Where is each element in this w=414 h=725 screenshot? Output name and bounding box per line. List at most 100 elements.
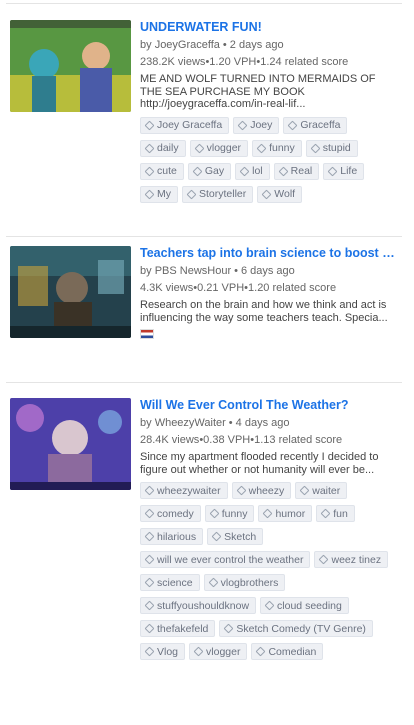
tag-chip[interactable]: Joey (233, 116, 280, 134)
video-title[interactable]: Teachers tap into brain science to boost… (140, 246, 398, 261)
tag-chip[interactable]: Comedian (251, 643, 324, 660)
tag-chip[interactable]: comedy (140, 505, 201, 522)
tag-chip[interactable]: waiter (295, 482, 348, 499)
tag-chip[interactable]: Sketch (207, 528, 264, 545)
tag-label: Real (290, 165, 313, 177)
tag-chip[interactable]: Real (273, 162, 320, 180)
by-label: by (140, 265, 155, 277)
video-meta: by JoeyGraceffa • 2 days ago (140, 38, 398, 52)
tag-label: vlogger (206, 645, 241, 658)
tag-icon (211, 531, 222, 542)
tag-icon (261, 189, 272, 199)
video-title[interactable]: Will We Ever Control The Weather? (140, 398, 398, 413)
tag-icon (144, 166, 155, 176)
tag-chip[interactable]: funny (204, 505, 255, 522)
video-stats: 238.2K views•1.20 VPH•1.24 related score (140, 55, 398, 69)
video-meta: by PBS NewsHour • 6 days ago (140, 264, 398, 278)
tag-chip[interactable]: daily (140, 139, 186, 157)
video-thumbnail[interactable] (10, 246, 131, 338)
tag-chip[interactable]: Storyteller (182, 185, 254, 203)
separator: • (222, 39, 227, 51)
tag-label: vlogger (206, 142, 242, 154)
tag-label: Sketch (224, 530, 257, 543)
tag-chip[interactable]: Wolf (257, 185, 303, 203)
tag-label: fun (333, 507, 348, 520)
tag-label: wheezywaiter (157, 484, 221, 497)
tag-label: lol (252, 165, 263, 177)
tag-icon (194, 143, 205, 153)
tag-chip[interactable]: My (140, 185, 178, 203)
channel-link[interactable]: PBS NewsHour (155, 265, 231, 277)
tag-chip[interactable]: lol (235, 162, 270, 180)
related-score: 1.24 related score (260, 56, 349, 68)
by-label: by (140, 39, 155, 51)
tag-icon (237, 120, 248, 130)
tag-icon (144, 143, 155, 153)
tag-chip[interactable]: Gay (187, 162, 232, 180)
tag-icon (144, 189, 155, 199)
view-count: 28.4K views (140, 434, 200, 446)
us-flag-icon (140, 329, 154, 339)
tag-chip[interactable]: stupid (305, 139, 358, 157)
tag-icon (144, 623, 155, 634)
video-thumbnail[interactable] (10, 20, 131, 112)
tag-icon (287, 120, 298, 130)
tag-chip[interactable]: will we ever control the weather (140, 551, 311, 568)
separator: • (234, 265, 238, 277)
tag-chip[interactable]: vlogger (189, 139, 249, 157)
video-info: Teachers tap into brain science to boost… (140, 246, 398, 344)
tag-chip[interactable]: Joey Graceffa (140, 116, 230, 134)
tag-chip[interactable]: weez tinez (314, 551, 389, 568)
video-info: Will We Ever Control The Weather? by Whe… (140, 398, 398, 666)
tag-chip[interactable]: fun (316, 505, 355, 522)
tag-chip[interactable]: Vlog (140, 643, 186, 660)
by-label: by (140, 417, 155, 429)
tag-chip[interactable]: vlogger (189, 643, 248, 660)
tag-icon (208, 577, 219, 588)
related-score: 1.20 related score (248, 282, 337, 294)
tag-chip[interactable]: hilarious (140, 528, 204, 545)
video-title[interactable]: UNDERWATER FUN! (140, 20, 398, 35)
tag-label: will we ever control the weather (157, 553, 304, 566)
tag-icon (239, 166, 250, 176)
tag-chip[interactable]: funny (252, 139, 302, 157)
tag-label: weez tinez (331, 553, 382, 566)
tag-chip[interactable]: cute (140, 162, 184, 180)
tag-list: wheezywaiter wheezy waiter comedy funny humor… (140, 482, 398, 666)
tag-icon (209, 508, 220, 519)
thumbnail-image-icon (10, 398, 131, 490)
video-thumbnail[interactable] (10, 398, 131, 490)
tag-chip[interactable]: Graceffa (283, 116, 348, 134)
tag-icon (144, 600, 155, 611)
tag-label: thefakefeld (157, 622, 209, 635)
tag-chip[interactable]: wheezy (231, 482, 292, 499)
tag-chip[interactable]: vlogbrothers (203, 574, 286, 591)
tag-chip[interactable]: thefakefeld (140, 620, 216, 637)
tag-icon (193, 646, 204, 657)
vph-value: 0.21 VPH (197, 282, 245, 294)
channel-link[interactable]: JoeyGraceffa (155, 39, 220, 51)
video-description: Since my apartment flooded recently I de… (140, 451, 379, 476)
tag-label: Storyteller (199, 188, 247, 200)
tag-label: Vlog (157, 645, 179, 658)
video-feed: UNDERWATER FUN! by JoeyGraceffa • 2 days a… (0, 0, 414, 725)
tag-label: cute (157, 165, 177, 177)
tag-chip[interactable]: stuffyoushouldknow (140, 597, 257, 614)
related-score: 1.13 related score (254, 434, 343, 446)
tag-label: stuffyoushouldknow (157, 599, 250, 612)
tag-icon (144, 508, 155, 519)
video-info: UNDERWATER FUN! by JoeyGraceffa • 2 days a… (140, 20, 398, 209)
tag-chip[interactable]: Life (323, 162, 365, 180)
tag-label: funny (269, 142, 295, 154)
tag-label: Joey Graceffa (157, 119, 223, 131)
tag-icon (256, 646, 266, 657)
tag-chip[interactable]: wheezywaiter (140, 482, 228, 499)
tag-chip[interactable]: science (140, 574, 200, 591)
tag-label: funny (221, 507, 248, 520)
tag-chip[interactable]: Sketch Comedy (TV Genre) (219, 620, 373, 637)
tag-chip[interactable]: humor (258, 505, 313, 522)
channel-link[interactable]: WheezyWaiter (155, 417, 226, 429)
tag-icon (264, 600, 275, 611)
tag-chip[interactable]: cloud seeding (260, 597, 349, 614)
tag-list: Joey Graceffa Joey Graceffa daily vlogger fun… (140, 116, 398, 209)
